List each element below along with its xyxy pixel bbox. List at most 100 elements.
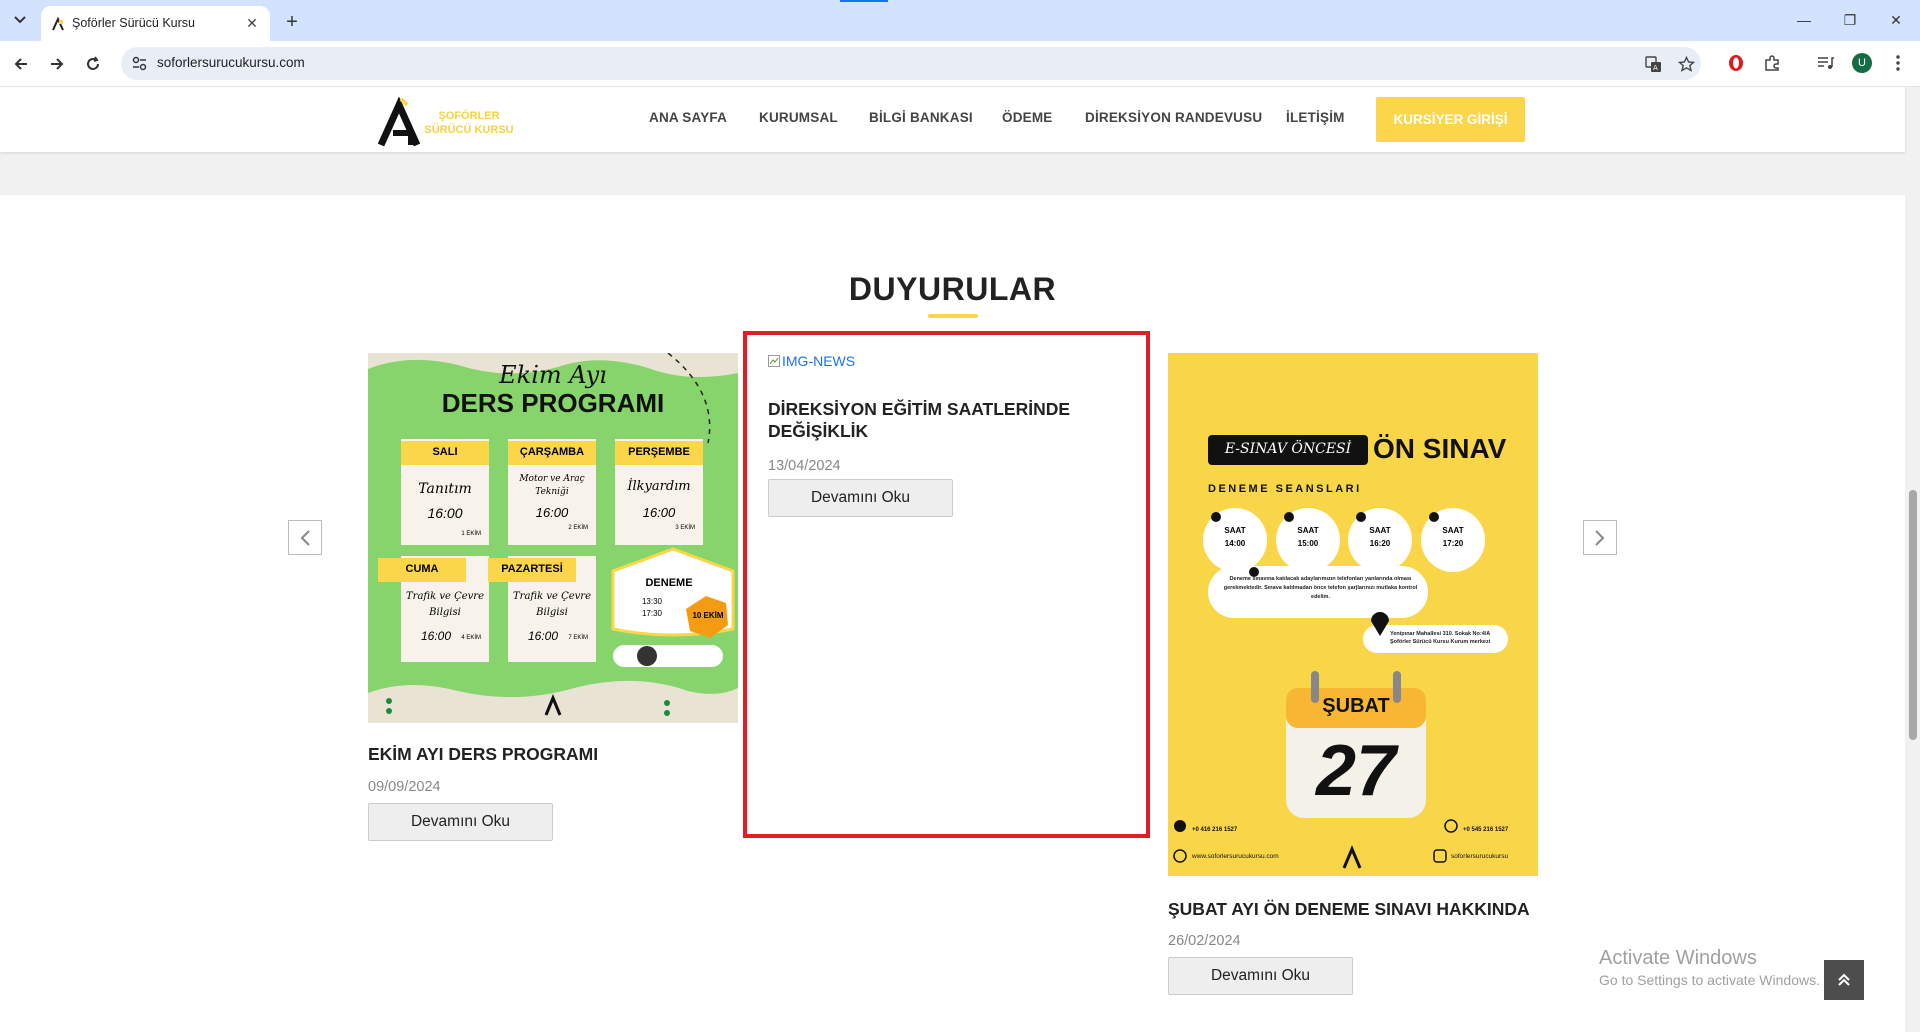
news-card: E-SINAV ÖNCESİ ÖN SINAV DENEME SEANSLARI… — [1168, 353, 1538, 1013]
poster-day-number: 27 — [1315, 731, 1397, 811]
poster-phone-right: +0 545 216 1527 — [1463, 827, 1509, 833]
session-time: 15:00 — [1297, 539, 1319, 548]
tab-close-icon[interactable]: ✕ — [244, 15, 260, 31]
scroll-to-top-button[interactable] — [1824, 960, 1864, 1000]
poster-time: 16:00 — [535, 505, 569, 520]
news-card-title[interactable]: ŞUBAT AYI ÖN DENEME SINAVI HAKKINDA — [1168, 898, 1530, 920]
session-label: SAAT — [1297, 526, 1319, 535]
news-card-image[interactable]: E-SINAV ÖNCESİ ÖN SINAV DENEME SEANSLARI… — [1168, 353, 1538, 876]
poster-topic: Tanıtım — [418, 481, 472, 497]
poster-address: Yenipınar Mahallesi 310. Sokak No:4/A Şo… — [1390, 631, 1491, 645]
chevron-left-icon — [300, 529, 310, 546]
window-close-icon[interactable]: ✕ — [1882, 8, 1910, 32]
poster-time: 16:00 — [427, 505, 463, 521]
browser-tab-bar: Şoförler Sürücü Kursu ✕ + — ❐ ✕ — [0, 0, 1920, 41]
activation-subtitle: Go to Settings to activate Windows. — [1599, 972, 1820, 988]
nav-contact[interactable]: İLETİŞİM — [1286, 110, 1345, 125]
browser-toolbar: soforlersurucukursu.com A U — [0, 41, 1920, 87]
reload-icon[interactable] — [80, 51, 106, 77]
news-card-image[interactable]: IMG-NEWS — [768, 353, 855, 369]
read-more-button[interactable]: Devamını Oku — [768, 479, 953, 517]
news-card-title[interactable]: DİREKSİYON EĞİTİM SAATLERİNDE DEĞİŞİKLİK — [768, 398, 1088, 442]
windows-activation-notice: Activate Windows Go to Settings to activ… — [1599, 947, 1820, 988]
forward-icon[interactable] — [44, 51, 70, 77]
session-time: 14:00 — [1224, 539, 1246, 548]
site-header: ŞOFÖRLER SÜRÜCÜ KURSU ANA SAYFA KURUMSAL… — [0, 87, 1905, 152]
logo-text: ŞOFÖRLER SÜRÜCÜ KURSU — [424, 110, 514, 136]
poster-month: ŞUBAT — [1322, 695, 1390, 717]
session-label: SAAT — [1442, 526, 1464, 535]
poster-phone-left: +0 416 216 1527 — [1192, 827, 1238, 833]
news-card-title[interactable]: EKİM AYI DERS PROGRAMI — [368, 743, 598, 765]
page-viewport: ŞOFÖRLER SÜRÜCÜ KURSU ANA SAYFA KURUMSAL… — [0, 87, 1920, 1032]
image-alt-text: IMG-NEWS — [782, 353, 856, 369]
poster-website: www.soforlersurucukursu.com — [1192, 853, 1279, 860]
profile-avatar[interactable]: U — [1852, 53, 1872, 73]
nav-driving-appointment[interactable]: DİREKSİYON RANDEVUSU — [1085, 110, 1262, 125]
tab-title: Şoförler Sürücü Kursu — [72, 16, 195, 30]
page-banner-strip — [0, 152, 1905, 195]
extensions-icon[interactable] — [1761, 52, 1783, 74]
restore-icon[interactable]: ❐ — [1836, 8, 1864, 32]
site-logo[interactable]: ŞOFÖRLER SÜRÜCÜ KURSU — [377, 97, 537, 149]
session-time: 17:20 — [1442, 539, 1464, 548]
carousel-next-button[interactable] — [1583, 520, 1617, 555]
nav-corporate[interactable]: KURUMSAL — [759, 110, 838, 125]
poster-tag: E-SINAV ÖNCESİ — [1224, 441, 1352, 457]
nav-payment[interactable]: ÖDEME — [1002, 110, 1053, 125]
activation-title: Activate Windows — [1599, 947, 1757, 969]
new-tab-icon[interactable]: + — [280, 10, 304, 34]
minimize-icon[interactable]: — — [1790, 8, 1818, 32]
nav-home[interactable]: ANA SAYFA — [649, 110, 727, 125]
broken-image-icon — [768, 355, 780, 367]
url-text[interactable]: soforlersurucukursu.com — [157, 55, 305, 70]
poster-exam-time: 13:30 — [641, 597, 663, 606]
media-controls-icon[interactable] — [1814, 52, 1836, 74]
chevron-right-icon — [1595, 529, 1605, 546]
student-login-button[interactable]: KURSİYER GİRİŞİ — [1376, 97, 1525, 142]
news-card-date: 09/09/2024 — [368, 779, 441, 795]
poster-subheading: DENEME SEANSLARI — [1208, 483, 1362, 495]
logo-mark-icon — [377, 97, 421, 147]
poster-day: PAZARTESİ — [501, 563, 563, 575]
news-card-image[interactable]: Ekim Ayı DERS PROGRAMI SALI Tanıtım 16:0… — [368, 353, 738, 723]
translate-icon[interactable]: A — [1643, 54, 1663, 74]
news-card-date: 13/04/2024 — [768, 458, 841, 474]
poster-date: 7 EKİM — [568, 635, 588, 641]
poster-day: PERŞEMBE — [628, 446, 690, 458]
poster-date: 3 EKİM — [675, 525, 695, 531]
nav-knowledge-base[interactable]: BİLGİ BANKASI — [869, 110, 973, 125]
poster-heading: DERS PROGRAMI — [441, 388, 665, 418]
site-favicon-icon — [52, 17, 64, 31]
poster-day: ÇARŞAMBA — [519, 446, 585, 458]
poster-day: CUMA — [405, 563, 439, 575]
scrollbar-thumb[interactable] — [1909, 490, 1917, 740]
tab-search-icon[interactable] — [8, 8, 32, 32]
poster-topic: İlkyardım — [627, 479, 691, 494]
browser-menu-icon[interactable] — [1887, 52, 1909, 74]
session-time: 16:20 — [1369, 539, 1391, 548]
poster-date: 4 EKİM — [461, 635, 481, 641]
poster-exam-label: DENEME — [645, 577, 693, 589]
read-more-button[interactable]: Devamını Oku — [368, 803, 553, 841]
news-card-date: 26/02/2024 — [1168, 933, 1241, 949]
poster-exam-time: 17:30 — [641, 609, 663, 618]
session-label: SAAT — [1224, 526, 1246, 535]
section-title: DUYURULAR — [848, 271, 1057, 307]
browser-tab[interactable]: Şoförler Sürücü Kursu ✕ — [41, 6, 270, 41]
poster-day: SALI — [432, 446, 458, 458]
address-bar[interactable]: soforlersurucukursu.com A — [121, 47, 1701, 80]
back-icon[interactable] — [8, 51, 34, 77]
page-scrollbar[interactable] — [1905, 87, 1920, 1032]
bookmark-star-icon[interactable] — [1676, 54, 1696, 74]
poster-topic: Trafik ve Çevre Bilgisi — [513, 591, 591, 618]
opera-extension-icon[interactable] — [1725, 52, 1747, 74]
session-label: SAAT — [1369, 526, 1391, 535]
site-info-icon[interactable] — [131, 55, 148, 72]
carousel-prev-button[interactable] — [288, 520, 322, 555]
read-more-button[interactable]: Devamını Oku — [1168, 957, 1353, 995]
poster-topic: Trafik ve Çevre Bilgisi — [406, 591, 484, 618]
double-chevron-up-icon — [1838, 973, 1850, 986]
news-card: Ekim Ayı DERS PROGRAMI SALI Tanıtım 16:0… — [368, 353, 738, 853]
loading-indicator — [840, 0, 888, 2]
